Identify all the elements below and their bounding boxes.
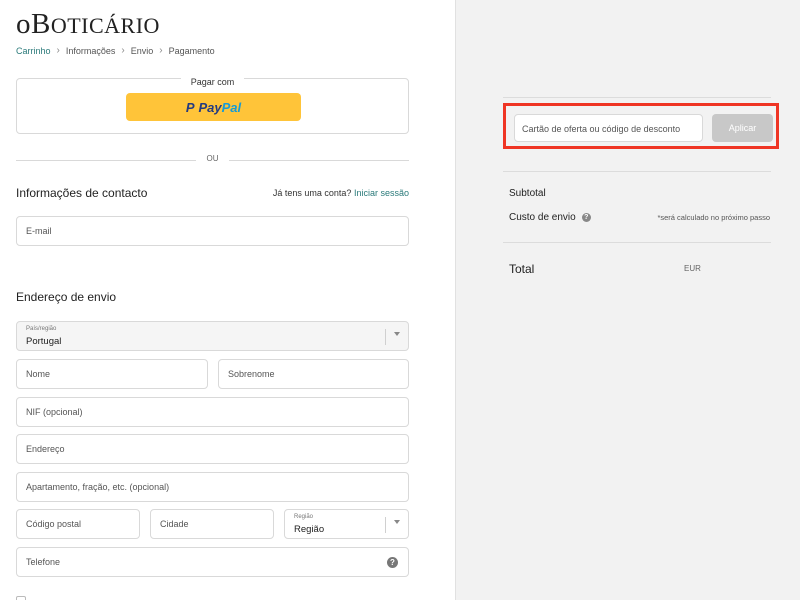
chevron-down-icon: [394, 520, 400, 524]
divider: [503, 242, 771, 243]
shipping-note: *será calculado no próximo passo: [657, 213, 770, 222]
express-checkout-title: Pagar com: [180, 77, 245, 87]
paypal-button[interactable]: P PayPal: [126, 93, 301, 121]
shipping-cost-row: Custo de envio?: [509, 212, 591, 223]
discount-highlight: Cartão de oferta ou código de desconto A…: [503, 103, 779, 149]
shipping-section-title: Endereço de envio: [16, 290, 117, 304]
chevron-right-icon: ›: [159, 45, 163, 56]
chevron-right-icon: ›: [56, 45, 60, 56]
login-hint: Já tens uma conta? Iniciar sessão: [272, 188, 409, 198]
breadcrumb-cart[interactable]: Carrinho: [16, 46, 51, 56]
divider: [503, 97, 771, 98]
postal-code-field[interactable]: Código postal: [16, 509, 140, 539]
breadcrumb: Carrinho › Informações › Envio › Pagamen…: [16, 45, 215, 56]
shipping-cost-label: Custo de envio: [509, 212, 576, 223]
email-field[interactable]: E-mail: [16, 216, 409, 246]
checkout-form-column: oBOTICÁRIO Carrinho › Informações › Envi…: [0, 0, 455, 600]
total-label: Total: [509, 262, 535, 276]
breadcrumb-payment: Pagamento: [168, 45, 215, 56]
phone-field[interactable]: Telefone ?: [16, 547, 409, 577]
nif-field[interactable]: NIF (opcional): [16, 397, 409, 427]
country-select[interactable]: País/região Portugal: [16, 321, 409, 351]
first-name-field[interactable]: Nome: [16, 359, 208, 389]
login-link[interactable]: Iniciar sessão: [354, 188, 409, 198]
breadcrumb-information: Informações: [65, 45, 116, 56]
breadcrumb-shipping: Envio: [130, 45, 154, 56]
last-name-field[interactable]: Sobrenome: [218, 359, 409, 389]
chevron-right-icon: ›: [121, 45, 125, 56]
subtotal-label: Subtotal: [509, 188, 546, 199]
newsletter-checkbox[interactable]: [16, 596, 26, 600]
discount-code-input[interactable]: Cartão de oferta ou código de desconto: [514, 114, 703, 142]
paypal-wordmark: PayPal: [198, 99, 242, 115]
brand-logo[interactable]: oBOTICÁRIO: [16, 8, 160, 41]
help-icon[interactable]: ?: [581, 212, 591, 222]
apply-discount-button[interactable]: Aplicar: [712, 114, 773, 142]
paypal-icon: P: [185, 99, 195, 115]
divider: [503, 171, 771, 172]
currency-label: EUR: [684, 264, 701, 273]
help-icon[interactable]: ?: [387, 557, 398, 568]
contact-section-title: Informações de contacto: [16, 186, 148, 200]
chevron-down-icon: [394, 332, 400, 336]
order-summary-column: Cartão de oferta ou código de desconto A…: [455, 0, 800, 600]
apartment-field[interactable]: Apartamento, fração, etc. (opcional): [16, 472, 409, 502]
city-field[interactable]: Cidade: [150, 509, 274, 539]
region-select[interactable]: Região Região: [284, 509, 409, 539]
express-checkout: Pagar com P PayPal: [16, 77, 409, 134]
or-divider: OU: [16, 154, 409, 166]
address-field[interactable]: Endereço: [16, 434, 409, 464]
